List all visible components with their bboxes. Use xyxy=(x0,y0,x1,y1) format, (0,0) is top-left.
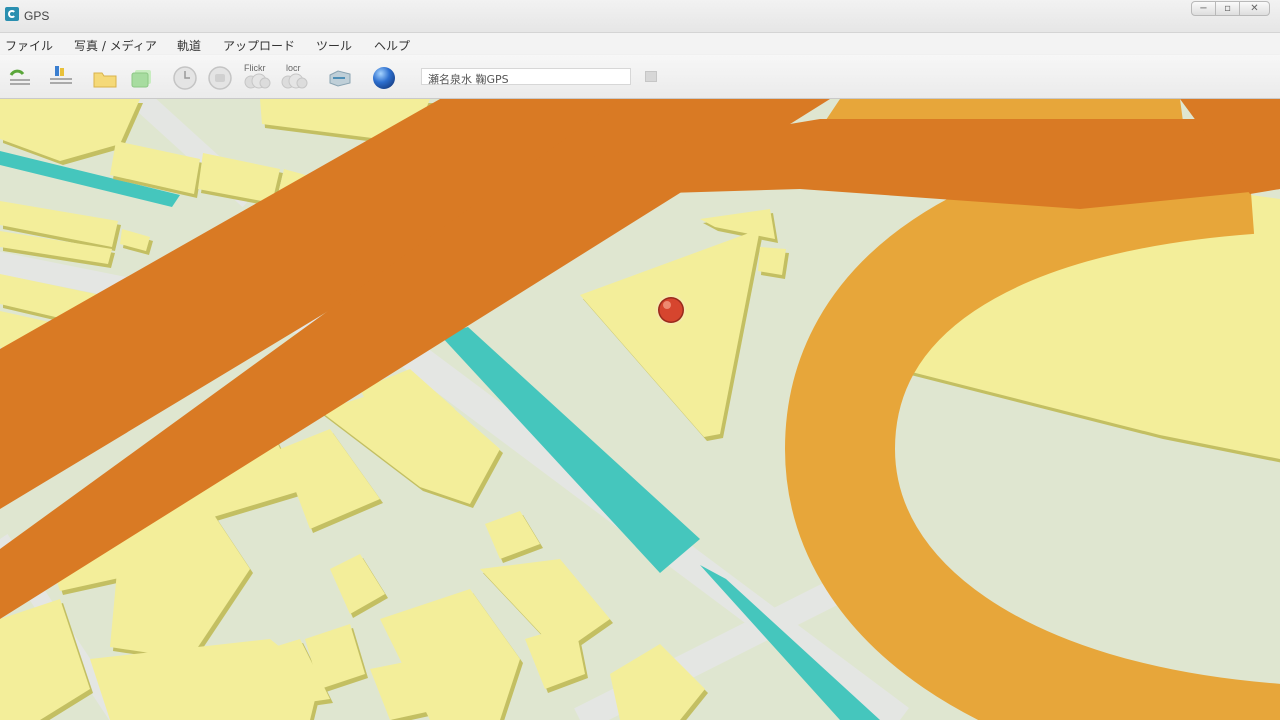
menu-help[interactable]: ヘルプ xyxy=(374,37,410,54)
window-controls: − ▫ ✕ xyxy=(1191,1,1270,16)
map-view[interactable] xyxy=(0,99,1280,720)
layers-icon[interactable] xyxy=(129,67,155,89)
title-bar: GPS − ▫ ✕ xyxy=(0,0,1280,33)
menu-track[interactable]: 軌道 xyxy=(177,37,201,54)
clock-icon[interactable] xyxy=(172,65,198,91)
minimize-button[interactable]: − xyxy=(1191,1,1216,16)
ramp-top xyxy=(826,99,1184,148)
locr-upload-icon[interactable] xyxy=(280,73,308,89)
sync-icon[interactable] xyxy=(207,65,233,91)
maximize-button[interactable]: ▫ xyxy=(1215,1,1240,16)
menu-tools[interactable]: ツール xyxy=(316,37,352,54)
app-icon xyxy=(5,7,19,21)
list-icon[interactable] xyxy=(48,64,74,88)
close-button[interactable]: ✕ xyxy=(1239,1,1270,16)
menu-file[interactable]: ファイル xyxy=(5,37,53,54)
menu-photo-media[interactable]: 写真 / メディア xyxy=(74,37,157,54)
menu-bar: ファイル 写真 / メディア 軌道 アップロード ツール ヘルプ xyxy=(0,33,1280,55)
location-search-input[interactable]: 瀬名泉水 鞠GPS xyxy=(421,68,631,86)
locr-label: locr xyxy=(286,63,301,73)
building xyxy=(758,247,786,275)
flickr-upload-icon[interactable] xyxy=(243,73,271,89)
folder-icon[interactable] xyxy=(92,67,118,89)
search-button[interactable] xyxy=(645,71,657,82)
globe-icon[interactable] xyxy=(371,65,397,91)
window-title: GPS xyxy=(24,9,50,23)
menu-upload[interactable]: アップロード xyxy=(223,37,295,54)
flickr-label: Flickr xyxy=(244,63,266,73)
import-icon[interactable] xyxy=(8,66,34,88)
location-marker xyxy=(656,295,686,325)
map-settings-icon[interactable] xyxy=(327,67,353,89)
